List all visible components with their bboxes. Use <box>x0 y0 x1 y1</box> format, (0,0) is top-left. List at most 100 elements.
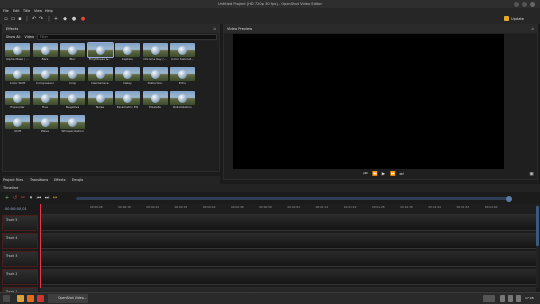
razor-icon[interactable]: ✂ <box>20 195 26 201</box>
timeline-header: Timeline <box>0 184 540 192</box>
effect-tile[interactable]: Deinterlace <box>87 67 113 87</box>
effect-thumbnail <box>87 91 113 105</box>
effect-tile[interactable]: Alpha Mask / ... <box>5 43 30 63</box>
zoom-slider-handle[interactable] <box>506 195 512 202</box>
effect-tile[interactable]: Blur <box>60 43 85 63</box>
open-project-icon[interactable]: ▭ <box>10 16 16 22</box>
network-icon[interactable] <box>500 295 505 302</box>
jump-start-icon[interactable]: ⏮ <box>363 172 368 177</box>
close-button[interactable] <box>530 1 535 7</box>
panel-options-icon[interactable]: ⧉ <box>213 25 216 33</box>
file-manager-icon[interactable] <box>17 295 24 302</box>
track-lane[interactable] <box>40 215 536 231</box>
start-menu-icon[interactable] <box>3 295 10 302</box>
add-track-icon[interactable]: + <box>4 195 10 201</box>
volume-icon[interactable] <box>508 295 513 302</box>
import-files-icon[interactable]: + <box>53 16 59 22</box>
redo-icon[interactable]: ↷ <box>38 16 44 22</box>
tab-emojis[interactable]: Emojis <box>72 176 83 184</box>
track-header[interactable]: Track 5 <box>2 215 38 231</box>
effect-tile[interactable]: Hue <box>32 91 58 111</box>
app-launcher-icon[interactable] <box>37 295 44 302</box>
play-icon[interactable]: ▶ <box>381 172 386 177</box>
effect-tile[interactable]: Compressor <box>32 67 58 87</box>
effect-tile[interactable]: Pixelate <box>142 91 168 111</box>
effect-tile[interactable]: Chroma Key (... <box>142 43 168 63</box>
battery-icon[interactable] <box>516 295 521 302</box>
effect-thumbnail <box>32 43 58 57</box>
effect-thumbnail <box>115 43 140 57</box>
effect-tile[interactable]: Crop <box>60 67 85 87</box>
effect-tile[interactable]: Noise <box>87 91 113 111</box>
effect-thumbnail <box>5 67 30 81</box>
rewind-icon[interactable]: ⏪ <box>372 172 378 177</box>
effect-tile[interactable]: Echo <box>170 67 195 87</box>
effects-filter-input[interactable]: Filter <box>37 34 217 40</box>
separator: | <box>26 16 28 22</box>
ruler-tick-label: 00:00:48 <box>231 205 244 209</box>
snapping-icon[interactable]: ↺ <box>12 195 18 201</box>
save-project-icon[interactable]: ▪ <box>17 16 23 22</box>
maximize-button[interactable] <box>522 1 527 7</box>
minimize-button[interactable] <box>514 1 519 7</box>
panel-options-icon[interactable]: ⧉ <box>531 25 534 33</box>
effect-tile[interactable]: Expander <box>5 91 30 111</box>
fullscreen-icon[interactable]: ● <box>71 16 77 22</box>
effect-thumbnail <box>170 43 195 57</box>
effect-thumbnail <box>142 91 168 105</box>
update-available-button[interactable]: Update Available <box>504 16 540 28</box>
effect-tile[interactable]: Bars <box>32 43 58 63</box>
effect-label: Parametric EQ <box>116 105 139 109</box>
tab-transitions[interactable]: Transitions <box>30 176 48 184</box>
effect-tile[interactable]: Whisperization <box>60 115 85 135</box>
effect-tile[interactable]: Parametric EQ <box>115 91 140 111</box>
effect-tile[interactable]: Delay <box>115 67 140 87</box>
scrollbar-thumb[interactable] <box>536 206 539 246</box>
effect-label: Compressor <box>36 81 54 85</box>
fast-forward-icon[interactable]: ⏩ <box>390 172 396 177</box>
previous-marker-icon[interactable]: ⏮ <box>36 195 42 201</box>
effect-label: Expander <box>10 105 25 109</box>
effect-tile[interactable]: Wave <box>32 115 58 135</box>
effect-tile[interactable]: Brightness &... <box>86 42 114 63</box>
effect-tile[interactable]: Shift <box>5 115 30 135</box>
new-project-icon[interactable]: ▫ <box>3 16 9 22</box>
track-lane[interactable] <box>40 269 536 285</box>
marker-icon[interactable]: ▾ <box>28 195 34 201</box>
tab-project-files[interactable]: Project Files <box>3 176 23 184</box>
profile-icon[interactable]: ◆ <box>62 16 68 22</box>
zoom-slider[interactable] <box>76 197 510 200</box>
effect-tile[interactable]: Robotization <box>170 91 195 111</box>
effect-tile[interactable]: Color Saturat... <box>170 43 195 63</box>
center-playhead-icon[interactable]: ↔ <box>52 195 58 201</box>
effect-tile[interactable]: Negative <box>60 91 85 111</box>
filter-video[interactable]: Video <box>25 35 35 39</box>
effect-label: Deinterlace <box>91 81 109 85</box>
effect-tile[interactable]: Caption <box>115 43 140 63</box>
track-header[interactable]: Track 3 <box>2 251 38 267</box>
timeline-ruler[interactable]: 00:00:08 00:00:16 00:00:24 00:00:32 00:00:40… <box>40 204 536 215</box>
effect-tile[interactable]: Color Shift <box>5 67 30 87</box>
effect-label: Caption <box>121 57 134 61</box>
timeline-scrollbar[interactable] <box>536 204 539 288</box>
track-lane[interactable] <box>40 233 536 249</box>
snapshot-icon[interactable]: ▣ <box>529 172 534 177</box>
export-video-icon[interactable]: ● <box>80 16 86 22</box>
browser-icon[interactable] <box>27 295 34 302</box>
playhead[interactable] <box>40 204 41 288</box>
keyboard-layout-icon[interactable] <box>483 295 495 302</box>
taskbar-openshot[interactable]: OpenShot Video... <box>48 294 88 303</box>
jump-end-icon[interactable]: ⏭ <box>399 172 404 177</box>
ruler-tick-label: 00:01:28 <box>372 205 385 209</box>
track-lane[interactable] <box>40 251 536 267</box>
track-header[interactable]: Track 2 <box>2 269 38 285</box>
next-marker-icon[interactable]: ⏭ <box>44 195 50 201</box>
video-screen[interactable] <box>233 34 504 169</box>
filter-show-all[interactable]: Show All <box>6 35 20 39</box>
track-header[interactable]: Track 4 <box>2 233 38 249</box>
ruler-tick-label: 00:00:08 <box>90 205 103 209</box>
timeline-toolbar: + ↺ ✂ ▾ ⏮ ⏭ ↔ <box>0 193 540 203</box>
tab-effects[interactable]: Effects <box>54 176 66 184</box>
effect-tile[interactable]: Distortion <box>142 67 168 87</box>
undo-icon[interactable]: ↶ <box>31 16 37 22</box>
